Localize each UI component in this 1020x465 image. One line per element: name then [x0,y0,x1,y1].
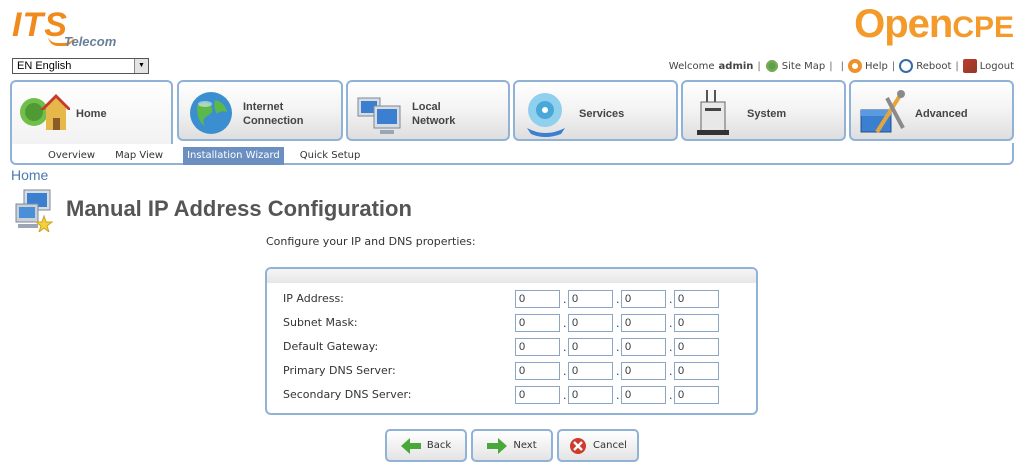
subtab-quick-setup[interactable]: Quick Setup [296,147,365,165]
tab-advanced[interactable]: Advanced [849,80,1014,141]
computers-icon [357,97,401,134]
welcome-text: Welcome [668,60,715,72]
logout-label: Logout [979,60,1014,72]
row-secondary-dns: Secondary DNS Server: 0 . 0 . 0 . 0 [283,386,743,404]
primary-dns-octet-2[interactable]: 0 [568,362,613,380]
arrow-right-icon [487,437,508,454]
subtab-map-view[interactable]: Map View [111,147,167,165]
default-gateway-octet-4[interactable]: 0 [674,338,719,356]
cancel-icon [570,437,587,454]
page-intro: Configure your IP and DNS properties: [266,235,476,248]
secondary-dns-octet-1[interactable]: 0 [515,386,560,404]
ip-address-octet-1[interactable]: 0 [515,290,560,308]
default-gateway-label: Default Gateway: [283,340,379,353]
subnet-mask-octet-2[interactable]: 0 [568,314,613,332]
reboot-label: Reboot [916,60,952,72]
tab-system[interactable]: System [681,80,846,141]
next-button-label: Next [513,440,537,451]
tab-home-label: Home [76,108,107,120]
tab-internet-connection-label: Internet Connection [243,101,304,127]
help-icon [848,59,863,73]
secondary-dns-octet-3[interactable]: 0 [621,386,666,404]
logout-icon [962,59,977,73]
back-button[interactable]: Back [385,429,467,462]
arrow-left-icon [400,437,421,454]
tab-local-network-label: Local Network [412,101,456,127]
default-gateway-octet-3[interactable]: 0 [621,338,666,356]
its-telecom-logo: ITS Telecom [12,6,152,50]
site-map-label: Site Map [781,60,826,72]
ip-address-octet-2[interactable]: 0 [568,290,613,308]
primary-dns-label: Primary DNS Server: [283,364,396,377]
home-icon [20,94,70,130]
row-primary-dns: Primary DNS Server: 0 . 0 . 0 . 0 [283,362,743,380]
help-link[interactable]: Help [848,59,888,73]
secondary-dns-label: Secondary DNS Server: [283,388,412,401]
subtab-installation-wizard[interactable]: Installation Wizard [183,147,284,165]
globe-icon [190,92,232,134]
subnet-mask-label: Subnet Mask: [283,316,358,329]
ip-address-octet-3[interactable]: 0 [621,290,666,308]
secondary-dns-octet-4[interactable]: 0 [674,386,719,404]
site-map-icon [764,59,779,73]
tab-home[interactable]: Home [10,80,173,144]
tab-advanced-label: Advanced [915,108,968,120]
row-subnet-mask: Subnet Mask: 0 . 0 . 0 . 0 [283,314,743,332]
cancel-button-label: Cancel [593,440,627,451]
username: admin [718,60,754,72]
primary-dns-octet-1[interactable]: 0 [515,362,560,380]
help-label: Help [865,60,888,72]
tab-system-label: System [747,108,787,120]
language-select[interactable]: EN English ▼ [12,58,149,74]
tab-services-label: Services [579,108,625,120]
toolbox-icon [860,90,905,134]
primary-dns-octet-4[interactable]: 0 [674,362,719,380]
subnav: Overview Map View Installation Wizard Qu… [44,147,376,165]
tab-internet-connection[interactable]: Internet Connection [177,80,343,141]
primary-dns-octet-3[interactable]: 0 [621,362,666,380]
subnet-mask-octet-1[interactable]: 0 [515,314,560,332]
default-gateway-octet-2[interactable]: 0 [568,338,613,356]
site-map-link[interactable]: Site Map [764,59,826,73]
back-button-label: Back [426,440,452,451]
logo-telecom-text: Telecom [64,34,117,49]
cancel-button[interactable]: Cancel [557,429,639,462]
services-icon [527,93,565,137]
row-ip-address: IP Address: 0 . 0 . 0 . 0 [283,290,743,308]
language-select-value: EN English [17,60,72,72]
form-header-band [267,269,756,283]
subnet-mask-octet-4[interactable]: 0 [674,314,719,332]
default-gateway-octet-1[interactable]: 0 [515,338,560,356]
logo-cpe-text: CPE [952,11,1014,44]
reboot-link[interactable]: Reboot [899,59,951,73]
tab-local-network[interactable]: Local Network [346,80,510,141]
breadcrumb[interactable]: Home [11,167,48,183]
page-title: Manual IP Address Configuration [66,196,412,221]
secondary-dns-octet-2[interactable]: 0 [568,386,613,404]
ip-address-octet-4[interactable]: 0 [674,290,719,308]
router-icon [697,90,729,135]
opencpe-logo: OpenCPE [854,2,1014,47]
ip-config-form: IP Address: 0 . 0 . 0 . 0 Subnet Mask: 0… [265,267,758,415]
wizard-icon [15,189,54,232]
next-button[interactable]: Next [471,429,553,462]
utility-bar: Welcome admin | Site Map | | Help | Rebo… [668,59,1014,73]
row-default-gateway: Default Gateway: 0 . 0 . 0 . 0 [283,338,743,356]
subnet-mask-octet-3[interactable]: 0 [621,314,666,332]
chevron-down-icon[interactable]: ▼ [134,59,148,73]
logo-open-text: Open [854,2,953,46]
power-icon [899,59,914,73]
ip-address-label: IP Address: [283,292,344,305]
logout-link[interactable]: Logout [962,59,1014,73]
tab-services[interactable]: Services [513,80,678,141]
subtab-overview[interactable]: Overview [44,147,99,165]
